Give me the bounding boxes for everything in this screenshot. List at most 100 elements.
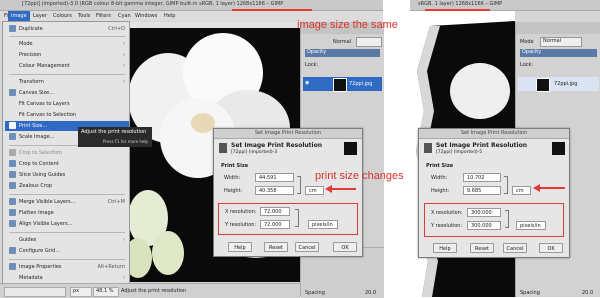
right-print-size-section-label: Print Size <box>426 163 454 169</box>
menu-item-mode[interactable]: Mode › <box>9 39 129 49</box>
spacing-value: 20.0 <box>365 290 377 296</box>
left-arrow-head-icon <box>325 185 332 193</box>
right-dialog-preview-icon <box>552 142 565 155</box>
menu-item-zealous-crop[interactable]: Zealous Crop <box>9 181 129 191</box>
visibility-eye-icon[interactable]: ◉ <box>305 80 309 86</box>
right-help-button[interactable]: Help <box>433 243 457 253</box>
menu-cyan[interactable]: Cyan <box>118 13 131 19</box>
menu-item-flatten[interactable]: Flatten Image <box>9 208 129 218</box>
left-gimp-window: [72ppi] (imported)-3.0 (RGB colour 8-bit… <box>0 0 384 298</box>
unit-select[interactable]: px <box>70 287 92 297</box>
right-mode-select[interactable]: Normal <box>540 37 582 47</box>
height-label: Height: <box>224 188 243 194</box>
menu-item-align-visible[interactable]: Align Visible Layers... <box>9 219 129 229</box>
menu-item-metadata[interactable]: Metadata › <box>9 273 129 283</box>
tooltip: Adjust the print resolution Press F1 for… <box>78 127 152 147</box>
menu-item-guides[interactable]: Guides › <box>9 235 129 245</box>
menu-item-fit-canvas-layers[interactable]: Fit Canvas to Layers <box>9 99 129 109</box>
tooltip-help: Press F1 for more help <box>103 139 148 144</box>
right-layer-row[interactable]: 72ppi.jpg <box>518 77 599 92</box>
menu-item-precision[interactable]: Precision › <box>9 50 129 60</box>
menu-item-configure-grid[interactable]: Configure Grid... <box>9 246 129 256</box>
right-mode-value: Normal <box>543 38 562 44</box>
right-width-label: Width: <box>431 175 448 181</box>
menu-windows[interactable]: Windows <box>135 13 157 19</box>
layers-mode-label: Normal <box>333 39 352 45</box>
cancel-button[interactable]: Cancel <box>295 242 319 252</box>
statusbar: px 48.1 % Adjust the print resolution <box>0 283 300 298</box>
dialog-heading: Set Image Print Resolution <box>231 142 323 149</box>
left-arrow-line <box>330 188 356 190</box>
menu-item-crop-content[interactable]: Crop to Content <box>9 159 129 169</box>
zoom-select[interactable]: 48.1 % <box>93 287 119 297</box>
menu-help[interactable]: Help <box>164 13 175 19</box>
right-reset-button[interactable]: Reset <box>470 243 494 253</box>
menu-image[interactable]: Image <box>8 11 30 21</box>
menu-layer[interactable]: Layer <box>33 13 47 19</box>
left-title-bar: [72ppi] (imported)-3.0 (RGB colour 8-bit… <box>0 0 383 11</box>
menu-colours[interactable]: Colours <box>53 13 72 19</box>
layers-mode-select[interactable] <box>356 37 382 47</box>
menu-item-canvas-size[interactable]: Canvas Size... <box>9 88 129 98</box>
right-dialog-subheading: [72ppi] (imported)-5 <box>436 150 483 155</box>
menu-item-transform[interactable]: Transform › <box>9 77 129 87</box>
right-spacing-label: Spacing <box>520 290 540 296</box>
right-opacity-bar[interactable]: Opacity <box>520 49 597 57</box>
height-input[interactable]: 40.358 <box>255 186 294 195</box>
right-arrow-head-icon <box>533 184 540 192</box>
dialog-preview-icon <box>344 142 357 155</box>
image-menu: Duplicate Ctrl+D Mode › Precision › Colour … <box>2 21 130 285</box>
spacing-label: Spacing <box>305 290 325 296</box>
layers-opacity-bar[interactable]: Opacity <box>305 49 380 57</box>
menu-item-slice-guides[interactable]: Slice Using Guides <box>9 170 129 180</box>
menu-filters[interactable]: Filters <box>96 13 111 19</box>
left-title-highlight <box>232 1 312 11</box>
layers-lock-label: Lock: <box>305 62 319 68</box>
right-dialog-header-icon <box>424 143 432 153</box>
menu-item-fit-canvas-selection[interactable]: Fit Canvas to Selection <box>9 110 129 120</box>
left-print-resolution-dialog: Set Image Print Resolution Set Image Pri… <box>213 128 363 257</box>
right-arrow-line <box>539 187 565 189</box>
menu-item-crop-selection[interactable]: Crop to Selection <box>9 148 129 158</box>
menu-item-merge-visible[interactable]: Merge Visible Layers... Ctrl+M <box>9 197 129 207</box>
right-lock-label: Lock: <box>520 62 534 68</box>
zoom-value: 48.1 % <box>96 288 114 294</box>
layer-row[interactable]: ◉ 72ppi.jpg <box>303 77 382 92</box>
tooltip-text: Adjust the print resolution <box>81 129 147 135</box>
reset-button[interactable]: Reset <box>264 242 288 252</box>
right-gimp-window: sRGB, 1 layer) 1268x1166 – GIMP Mode Nor… <box>410 0 600 297</box>
right-dialog-heading: Set Image Print Resolution <box>436 142 528 149</box>
right-mode-label: Mode <box>520 39 534 45</box>
right-title-highlight <box>425 1 490 11</box>
ok-button[interactable]: OK <box>333 242 357 252</box>
dialog-title-bar: Set Image Print Resolution <box>214 129 362 139</box>
right-spacing-value: 20.0 <box>582 290 594 296</box>
width-label: Width: <box>224 175 241 181</box>
statusbar-pointer <box>4 287 66 297</box>
menu-item-duplicate[interactable]: Duplicate Ctrl+D <box>9 24 129 34</box>
right-size-unit-select[interactable]: cm <box>512 186 531 195</box>
layers-opacity-label: Opacity <box>307 49 327 55</box>
width-input[interactable]: 44.591 <box>255 173 294 182</box>
status-message: Adjust the print resolution <box>121 288 187 294</box>
right-chain-link-icon[interactable] <box>504 176 508 194</box>
chain-link-icon[interactable] <box>297 176 301 194</box>
size-unit-select[interactable]: cm <box>305 186 324 195</box>
right-dock-tabs <box>516 22 600 34</box>
right-width-input[interactable]: 10.702 <box>463 173 501 182</box>
print-size-section-label: Print Size <box>221 163 249 169</box>
right-cancel-button[interactable]: Cancel <box>503 243 527 253</box>
menu-item-colour-management[interactable]: Colour Management › <box>9 61 129 71</box>
right-ok-button[interactable]: OK <box>539 243 563 253</box>
annotation-print-size: print size changes <box>315 170 404 182</box>
right-layer-name: 72ppi.jpg <box>554 81 578 87</box>
right-resolution-highlight-box <box>424 203 564 237</box>
right-height-input[interactable]: 9.685 <box>463 186 501 195</box>
dialog-header-icon <box>219 143 227 153</box>
layer-name: 72ppi.jpg <box>349 81 373 87</box>
right-layer-thumbnail <box>536 78 550 92</box>
right-height-label: Height: <box>431 188 450 194</box>
menu-item-image-properties[interactable]: Image Properties Alt+Return <box>9 262 129 272</box>
help-button[interactable]: Help <box>228 242 252 252</box>
menu-tools[interactable]: Tools <box>78 13 90 19</box>
